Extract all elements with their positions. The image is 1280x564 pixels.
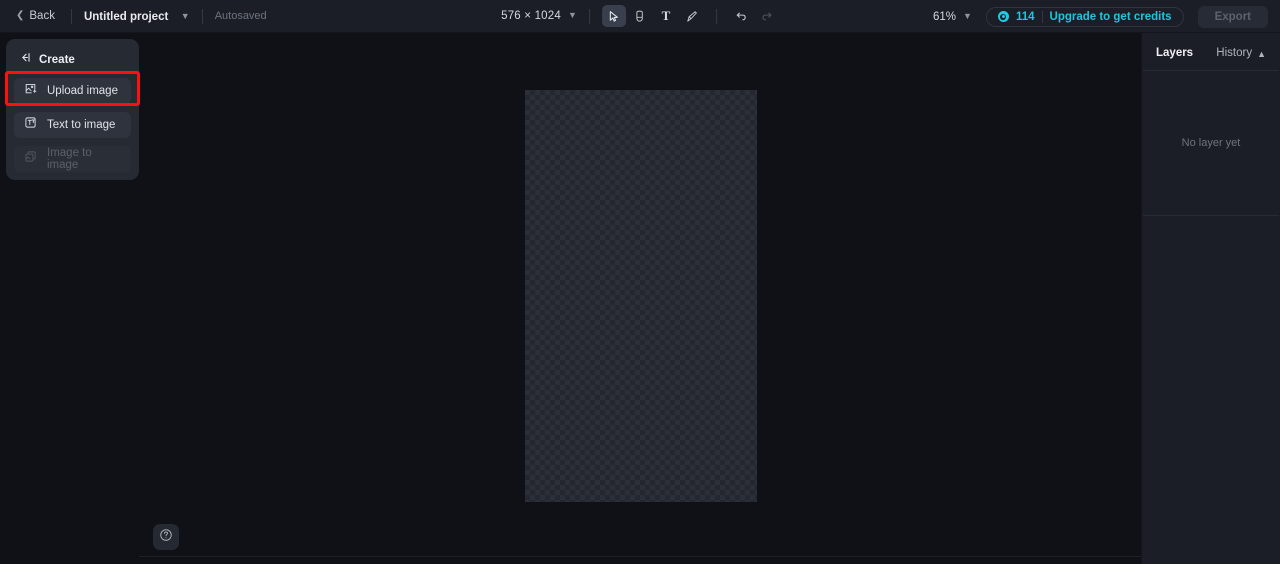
history-label: History [1216,47,1253,59]
toolbar-divider-2 [715,8,717,24]
layers-tab[interactable]: Layers [1156,47,1193,59]
upgrade-link[interactable]: Upgrade to get credits [1050,11,1172,23]
help-circle-icon [159,528,173,547]
text-to-image-button[interactable]: Text to image [14,112,131,138]
image-to-image-button: Image to image [14,146,131,172]
text-to-image-label: Text to image [47,119,116,131]
canvas-dimensions-label[interactable]: 576 × 1024 [501,10,561,22]
toolbar-divider-1 [588,8,590,24]
text-T-icon: T [661,8,671,23]
credits-count: 114 [1015,10,1035,23]
create-panel-header: Create [6,45,139,78]
header-divider-1 [70,8,72,24]
history-tab[interactable]: History ▲ [1216,47,1266,59]
header-divider-2 [201,8,203,24]
upload-image-label: Upload image [47,85,118,97]
layers-panel-divider-2 [1143,215,1279,216]
select-tool-button[interactable] [601,5,626,27]
collapse-panel-left-icon[interactable] [19,51,32,69]
canvas-area[interactable] [139,33,1141,564]
brush-tool-button[interactable] [680,5,704,27]
create-panel: Create Upload image Text to image Image … [6,39,139,180]
layers-empty-state: No layer yet [1181,137,1241,149]
app-root: ❮ Back Untitled project ▼ Autosaved 576 … [0,0,1280,564]
cursor-arrow-icon [607,10,620,23]
image-to-image-icon [24,150,37,168]
layers-panel: Layers History ▲ No layer yet [1141,33,1280,564]
image-to-image-label: Image to image [47,147,92,171]
eraser-tool-button[interactable] [628,5,652,27]
credits-pill[interactable]: 114 Upgrade to get credits [985,6,1184,27]
text-to-image-icon [24,116,37,134]
redo-button[interactable] [755,5,779,27]
layers-panel-header: Layers History ▲ [1142,33,1280,70]
create-options-list: Upload image Text to image Image to imag… [6,78,139,172]
header-left-group: ❮ Back Untitled project ▼ Autosaved [0,7,267,25]
canvas-bottom-divider [139,556,1141,557]
chevron-down-icon: ▼ [180,11,190,21]
pill-divider [1041,10,1043,23]
eraser-icon [633,10,646,23]
project-name-label: Untitled project [83,11,169,23]
redo-arrow-icon [760,9,774,23]
undo-button[interactable] [729,5,753,27]
history-controls [729,5,779,27]
chevron-down-icon[interactable]: ▼ [568,10,577,20]
back-button[interactable]: ❮ Back [12,7,59,25]
back-button-label: Back [29,10,55,22]
create-panel-title: Create [39,54,75,66]
paint-brush-icon [685,10,698,23]
text-tool-button[interactable]: T [654,5,678,27]
project-name-dropdown[interactable]: Untitled project ▼ [84,7,190,25]
help-button[interactable] [153,524,179,550]
chevron-up-icon: ▲ [1257,49,1266,59]
chevron-left-icon: ❮ [16,10,25,21]
coin-icon [997,11,1009,22]
image-upload-icon [24,82,37,100]
chevron-down-icon[interactable]: ▼ [963,11,972,21]
header-center-toolbar: 576 × 1024 ▼ T [501,0,779,33]
header-right-group: 61% ▼ 114 Upgrade to get credits Export [933,0,1268,33]
transparent-artboard[interactable] [525,90,757,502]
tool-group: T [601,5,704,27]
autosaved-status: Autosaved [214,10,267,22]
export-button[interactable]: Export [1197,5,1268,28]
zoom-level-label[interactable]: 61% [933,11,956,23]
top-header-bar: ❮ Back Untitled project ▼ Autosaved 576 … [0,0,1280,33]
upload-image-button[interactable]: Upload image [14,78,131,104]
undo-arrow-icon [734,9,748,23]
